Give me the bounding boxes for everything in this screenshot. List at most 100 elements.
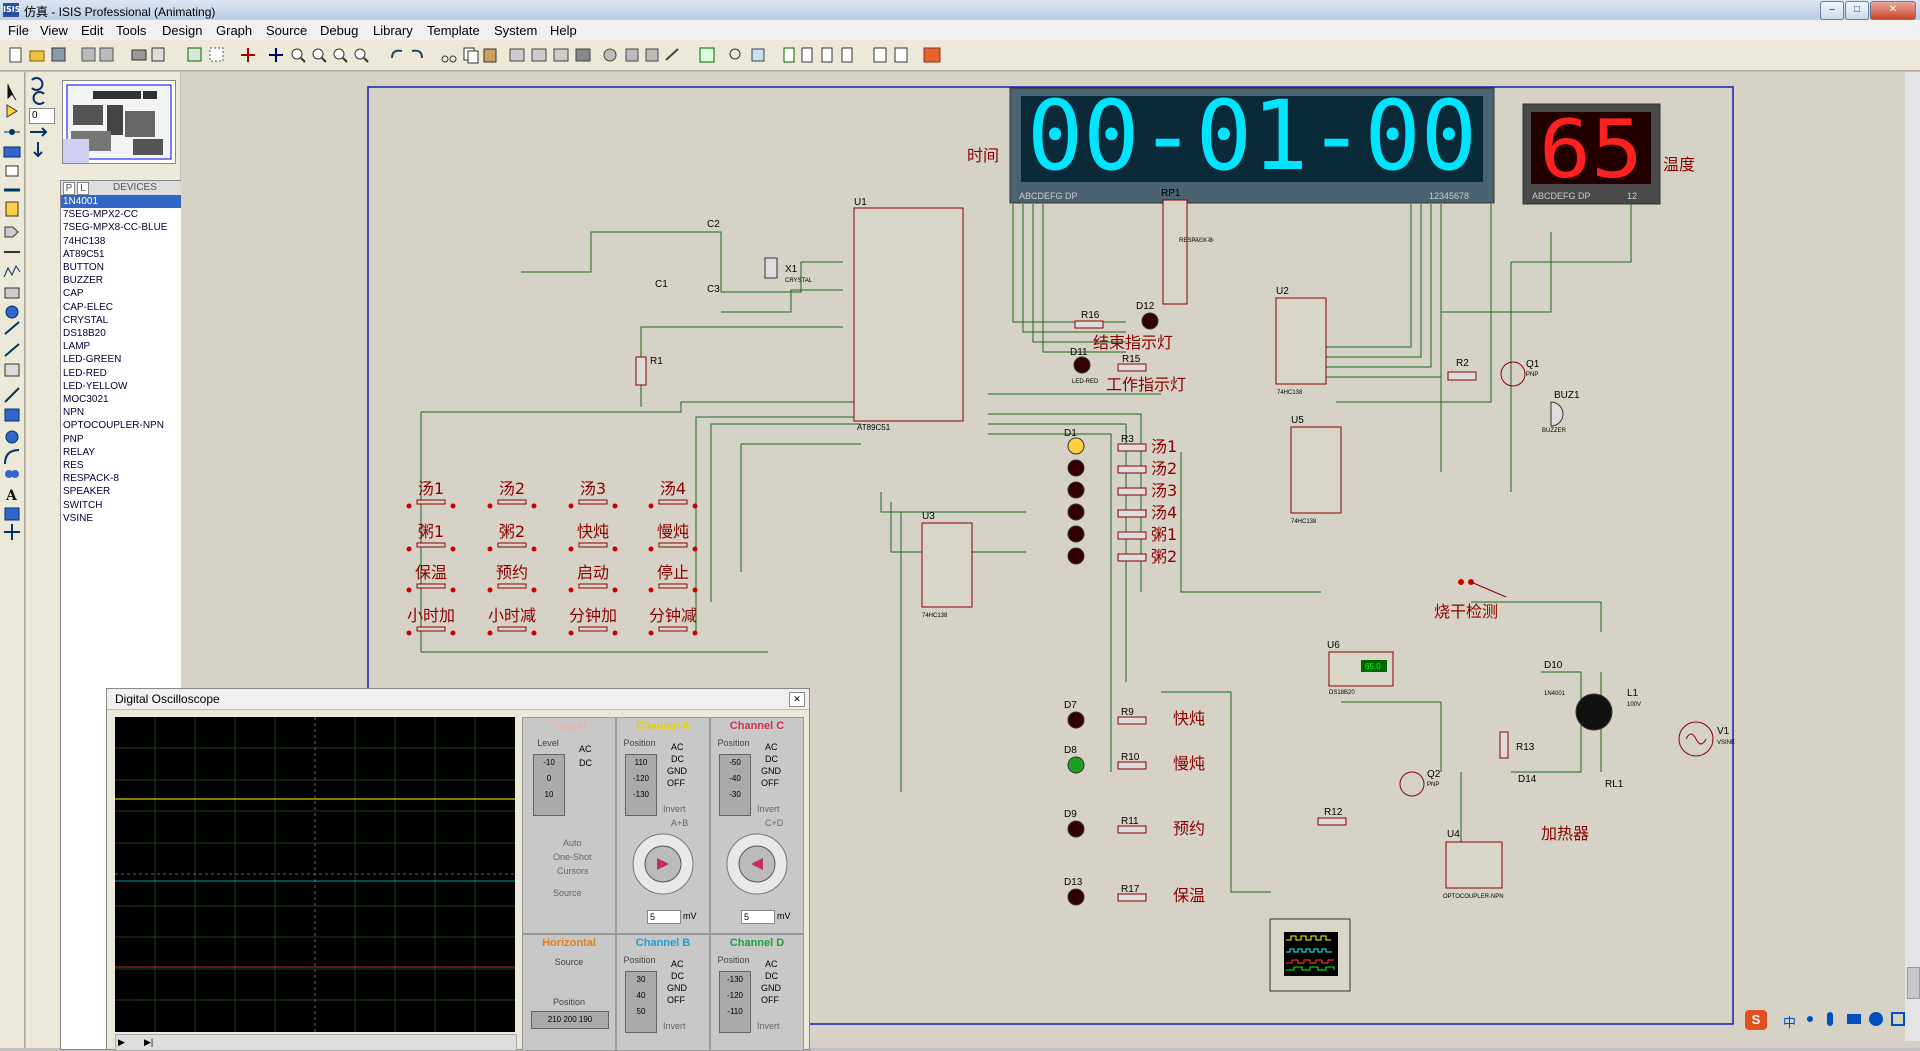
arc-tool-icon[interactable] xyxy=(4,449,20,465)
channel-c-position-wheel[interactable]: -50 -40 -30 xyxy=(719,754,751,816)
channel-d-gnd[interactable]: GND xyxy=(761,983,781,993)
open-folder-icon[interactable] xyxy=(29,50,45,62)
menu-view[interactable]: View xyxy=(40,23,68,38)
tab-pick[interactable]: P xyxy=(63,182,75,195)
generator-icon[interactable] xyxy=(5,305,19,319)
channel-b-invert[interactable]: Invert xyxy=(663,1021,686,1031)
box-tool-icon[interactable] xyxy=(4,408,20,422)
make-device-icon[interactable] xyxy=(625,48,639,62)
channel-a-invert[interactable]: Invert xyxy=(663,804,686,814)
ime-user-icon[interactable] xyxy=(1869,1012,1883,1026)
tape-recorder-icon[interactable] xyxy=(4,287,20,299)
menu-design[interactable]: Design xyxy=(162,23,202,38)
menu-source[interactable]: Source xyxy=(266,23,307,38)
channel-a-position-wheel[interactable]: 110 -120 -130 xyxy=(625,754,657,816)
property-tool-icon[interactable] xyxy=(751,48,765,62)
channel-c-sum[interactable]: C+D xyxy=(765,818,783,828)
rotate-cw-icon[interactable] xyxy=(31,77,44,91)
zoom-in-icon[interactable] xyxy=(291,48,306,63)
channel-c-volts[interactable]: 5 xyxy=(741,910,775,924)
step-icon[interactable]: ▶| xyxy=(144,1037,153,1048)
channel-c-gnd[interactable]: GND xyxy=(761,766,781,776)
line-tool-icon[interactable] xyxy=(4,387,20,403)
search-tag-icon[interactable] xyxy=(729,48,741,60)
oscilloscope-window[interactable]: Digital Oscilloscope ✕ ▶ ▶| Trigger Leve… xyxy=(106,688,810,1051)
channel-c-invert[interactable]: Invert xyxy=(757,804,780,814)
trigger-dc[interactable]: DC xyxy=(579,758,592,768)
maximize-button[interactable]: □ xyxy=(1845,1,1869,20)
channel-b-gnd[interactable]: GND xyxy=(667,983,687,993)
export-icon[interactable] xyxy=(99,47,114,62)
circle-tool-icon[interactable] xyxy=(5,430,19,444)
channel-a-sum[interactable]: A+B xyxy=(671,818,688,828)
channel-c-off[interactable]: OFF xyxy=(761,778,779,788)
u5-decoder[interactable]: U5 74HC138 xyxy=(1290,415,1342,525)
tab-library[interactable]: L xyxy=(77,182,89,195)
channel-d-off[interactable]: OFF xyxy=(761,995,779,1005)
scrollbar-thumb[interactable] xyxy=(1907,967,1920,999)
graph-mode-icon[interactable] xyxy=(3,264,21,278)
oscilloscope-scroll[interactable]: ▶ ▶| xyxy=(115,1034,517,1051)
package-tool-icon[interactable] xyxy=(645,48,659,62)
mirror-y-icon[interactable] xyxy=(33,142,43,158)
ime-settings-icon[interactable] xyxy=(1891,1012,1905,1026)
redraw-icon[interactable] xyxy=(187,47,202,62)
pan-icon[interactable] xyxy=(269,48,283,62)
channel-a-volts[interactable]: 5 xyxy=(647,910,681,924)
voltage-probe-icon[interactable] xyxy=(4,321,20,335)
symbol-tool-icon[interactable] xyxy=(4,507,20,521)
block-rotate-icon[interactable] xyxy=(553,48,569,62)
terminals-icon[interactable] xyxy=(4,226,19,238)
trigger-oneshot[interactable]: One-Shot xyxy=(553,852,592,862)
channel-a-volts-knob[interactable] xyxy=(627,828,699,900)
trigger-cursors[interactable]: Cursors xyxy=(557,866,589,876)
horizontal-position-wheel[interactable]: 210 200 190 xyxy=(531,1011,609,1029)
remove-sheet-icon[interactable] xyxy=(821,47,833,63)
component-mode-icon[interactable] xyxy=(6,104,18,118)
ares-icon[interactable] xyxy=(923,47,941,63)
block-delete-icon[interactable] xyxy=(575,48,591,62)
menu-library[interactable]: Library xyxy=(373,23,413,38)
decompose-icon[interactable] xyxy=(665,48,679,61)
channel-c-ac[interactable]: AC xyxy=(765,742,778,752)
import-icon[interactable] xyxy=(81,47,96,62)
menu-edit[interactable]: Edit xyxy=(81,23,103,38)
oscilloscope-instrument[interactable] xyxy=(1269,918,1351,992)
erc-icon[interactable] xyxy=(894,47,908,63)
channel-d-position-wheel[interactable]: -130 -120 -110 xyxy=(719,971,751,1033)
ime-punct-icon[interactable] xyxy=(1807,1016,1813,1022)
trigger-ac[interactable]: AC xyxy=(579,744,592,754)
paste-icon[interactable] xyxy=(483,48,497,63)
overview-window[interactable] xyxy=(62,80,176,164)
wire-autorouter-icon[interactable] xyxy=(699,47,715,63)
menu-file[interactable]: File xyxy=(8,23,29,38)
play-icon[interactable]: ▶ xyxy=(118,1037,125,1048)
vertical-scrollbar[interactable] xyxy=(1905,72,1920,1041)
subcircuit-icon[interactable] xyxy=(5,201,19,217)
trigger-level-wheel[interactable]: -10 0 10 xyxy=(533,754,565,816)
design-explorer-icon[interactable] xyxy=(783,47,795,63)
zoom-out-icon[interactable] xyxy=(312,48,327,63)
bill-of-materials-icon[interactable] xyxy=(873,47,887,63)
channel-d-dc[interactable]: DC xyxy=(765,971,778,981)
block-move-icon[interactable] xyxy=(531,48,547,62)
menu-tools[interactable]: Tools xyxy=(116,23,146,38)
block-copy-icon[interactable] xyxy=(509,48,525,62)
print-area-icon[interactable] xyxy=(151,47,165,62)
new-sheet-icon[interactable] xyxy=(801,47,813,63)
channel-b-position-wheel[interactable]: 30 40 50 xyxy=(625,971,657,1033)
u3-decoder[interactable]: U3 74HC138 xyxy=(921,511,973,619)
marker-tool-icon[interactable] xyxy=(4,524,20,540)
channel-b-dc[interactable]: DC xyxy=(671,971,684,981)
copy-icon[interactable] xyxy=(463,47,479,64)
undo-icon[interactable] xyxy=(391,49,403,59)
redo-icon[interactable] xyxy=(411,49,423,59)
rotate-ccw-icon[interactable] xyxy=(32,91,45,105)
channel-b-off[interactable]: OFF xyxy=(667,995,685,1005)
save-icon[interactable] xyxy=(51,47,66,62)
menu-template[interactable]: Template xyxy=(427,23,480,38)
origin-icon[interactable] xyxy=(241,48,255,62)
text-tool-icon[interactable]: A xyxy=(5,488,18,504)
cut-icon[interactable] xyxy=(441,55,457,63)
minimize-button[interactable]: – xyxy=(1820,1,1844,20)
